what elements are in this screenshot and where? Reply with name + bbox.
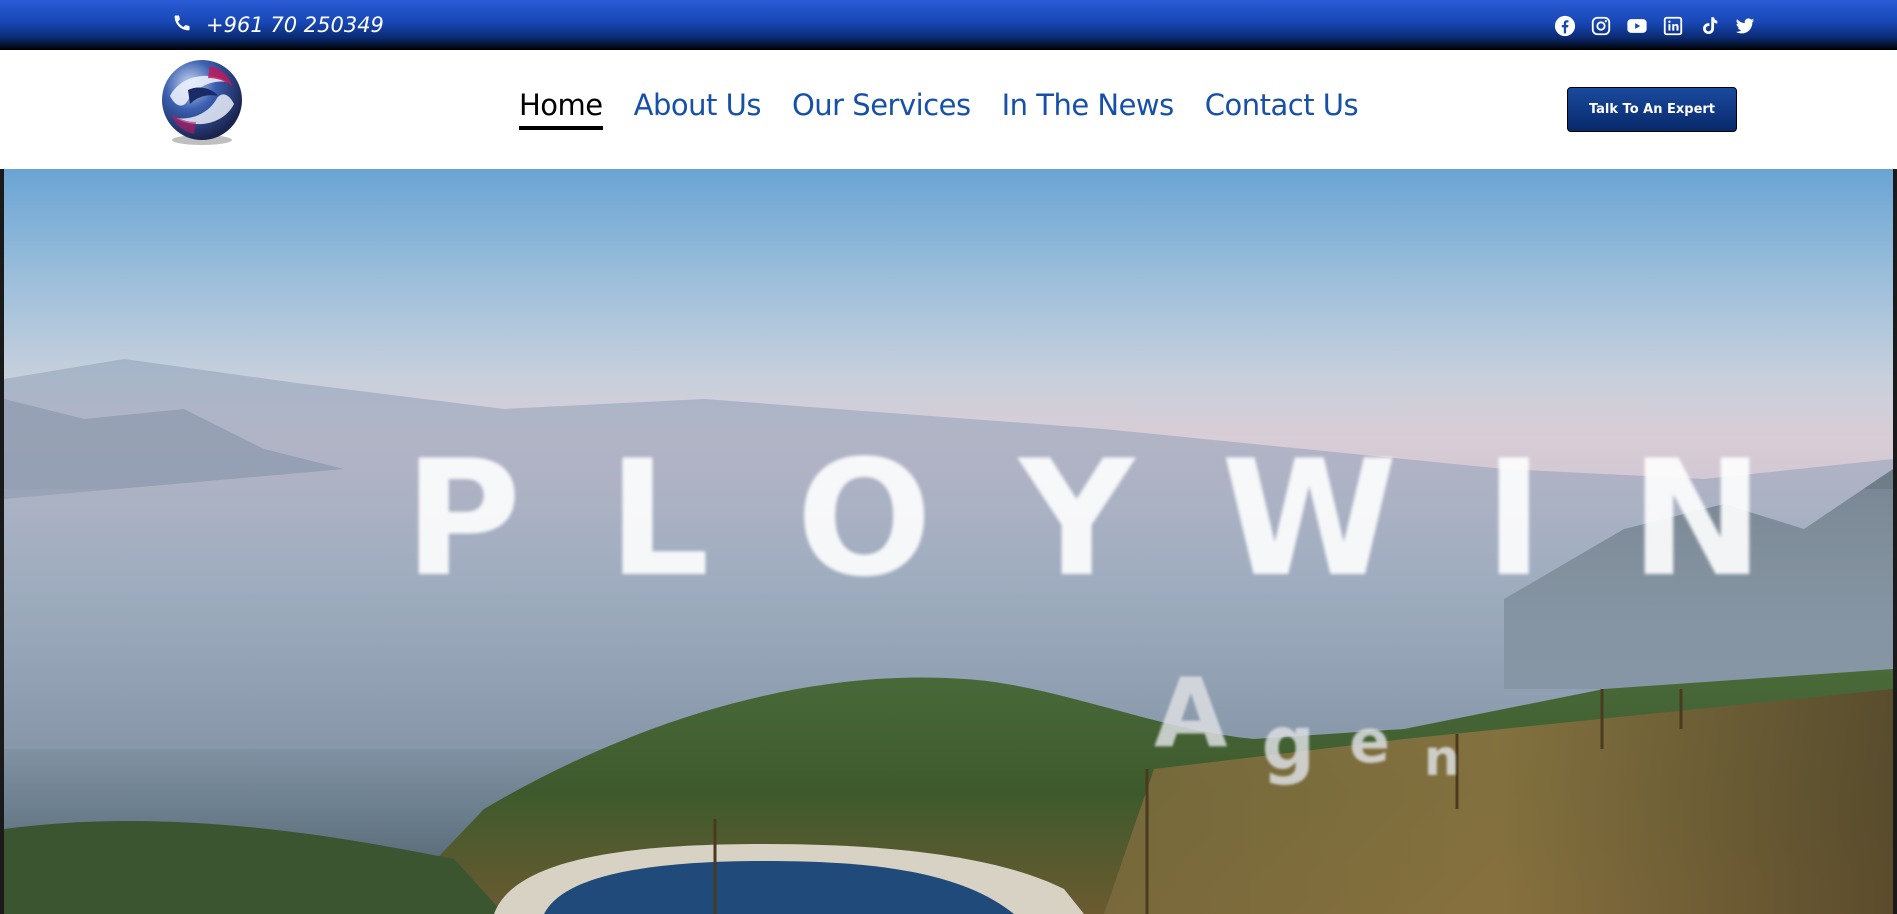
hero-subtitle-letter: e — [1349, 707, 1390, 777]
nav-in-the-news[interactable]: In The News — [1002, 88, 1175, 130]
hero-title-letter: N — [1630, 425, 1764, 612]
nav-our-services[interactable]: Our Services — [792, 88, 971, 130]
instagram-icon[interactable] — [1589, 14, 1613, 38]
nav-home[interactable]: Home — [519, 88, 603, 130]
hero-title-letter: P — [404, 425, 522, 612]
site-logo[interactable] — [158, 56, 246, 148]
hero-title-letter: W — [1221, 425, 1398, 612]
hero-title-letter: L — [607, 425, 710, 612]
hero-title-letter: Y — [1018, 425, 1135, 612]
talk-to-an-expert-button[interactable]: Talk To An Expert — [1567, 87, 1737, 132]
hero-video: P L O Y W I N A g e n — [4, 169, 1893, 914]
hero-subtitle-letter: n — [1423, 729, 1460, 787]
hero-title-letter: I — [1484, 425, 1544, 612]
youtube-icon[interactable] — [1625, 14, 1649, 38]
hero-subtitle-letter: A — [1154, 659, 1228, 769]
top-bar: +961 70 250349 — [0, 0, 1897, 50]
hero-subtitle-letter: g — [1261, 699, 1316, 787]
nav-contact-us[interactable]: Contact Us — [1205, 88, 1359, 130]
hero-title: P L O Y W I N — [404, 439, 1764, 599]
linkedin-icon[interactable] — [1661, 14, 1685, 38]
twitter-icon[interactable] — [1733, 14, 1757, 38]
hero-title-letter: O — [796, 425, 933, 612]
phone-link[interactable]: +961 70 250349 — [172, 12, 384, 38]
main-navigation: Home About Us Our Services In The News C… — [519, 88, 1359, 130]
main-header: Home About Us Our Services In The News C… — [0, 50, 1897, 169]
tiktok-icon[interactable] — [1697, 14, 1721, 38]
hero-subtitle: A g e n — [1154, 659, 1460, 787]
phone-number: +961 70 250349 — [206, 13, 384, 37]
nav-about-us[interactable]: About Us — [634, 88, 762, 130]
facebook-icon[interactable] — [1553, 14, 1577, 38]
phone-icon — [172, 13, 192, 38]
